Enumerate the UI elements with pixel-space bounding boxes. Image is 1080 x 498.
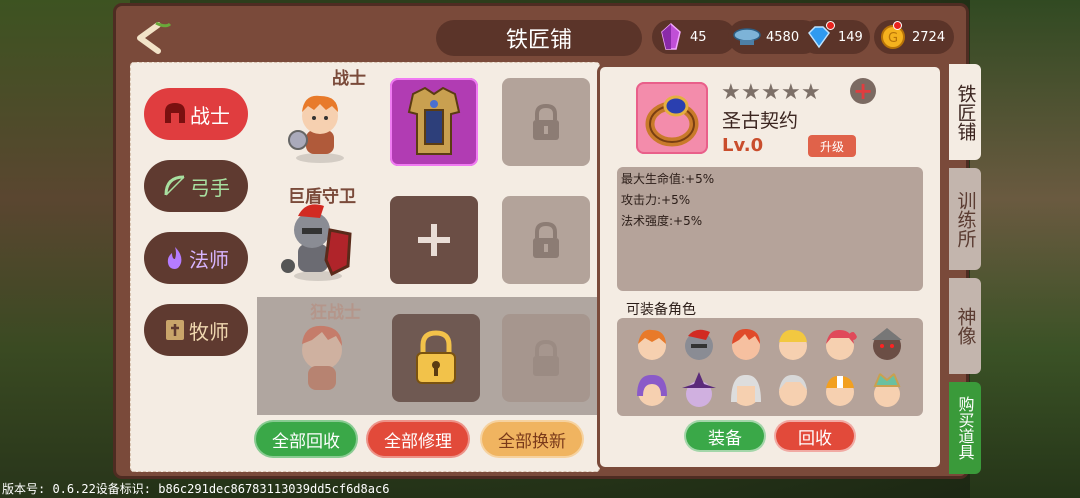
side-tab-blacksmith[interactable]: 铁匠铺 xyxy=(949,64,981,160)
star-icon: ★ xyxy=(761,80,781,105)
class-tab-priest[interactable]: 牧师 xyxy=(144,304,248,356)
lock-icon xyxy=(533,103,559,140)
equip-slot-locked-hero[interactable] xyxy=(392,314,480,402)
hero-portrait-icon xyxy=(637,374,667,406)
hero-avatar-warrior[interactable] xyxy=(280,86,360,166)
class-tab-mage[interactable]: 法师 xyxy=(144,232,248,284)
hero-portrait-icon xyxy=(682,372,716,407)
equip-slot-locked-2[interactable] xyxy=(502,196,590,284)
equippable-heroes-title: 可装备角色 xyxy=(626,302,696,318)
side-tab-statue-label: 神像 xyxy=(954,307,977,345)
add-star-button[interactable]: + xyxy=(850,77,876,105)
hero-portrait-icon xyxy=(779,374,807,406)
class-tab-warrior[interactable]: 战士 xyxy=(144,88,248,140)
equip-slot-armor[interactable] xyxy=(390,78,478,166)
holy-book-icon xyxy=(166,320,184,340)
back-button[interactable] xyxy=(132,21,172,54)
hero-portrait-icon xyxy=(826,375,854,406)
recycle-all-button[interactable]: 全部回收 xyxy=(254,420,358,458)
resource-crystal-value: 45 xyxy=(690,29,707,45)
class-tab-priest-label: 牧师 xyxy=(189,319,229,344)
flame-icon xyxy=(167,247,182,269)
equip-slot-locked[interactable] xyxy=(502,78,590,166)
ring-icon xyxy=(645,95,699,147)
warrior-character-icon xyxy=(288,95,344,163)
airship-icon xyxy=(732,22,762,52)
hero-portrait-icon xyxy=(731,374,761,406)
hero-avatar-shield-guard[interactable] xyxy=(276,200,356,281)
class-tab-archer-label: 弓手 xyxy=(190,175,230,200)
hero-portrait-icon xyxy=(872,328,902,360)
side-tab-shop[interactable]: 购买道具 xyxy=(949,382,981,474)
class-tab-archer[interactable]: 弓手 xyxy=(144,160,248,212)
lock-icon xyxy=(533,339,559,376)
resource-gold[interactable]: G 2724 xyxy=(874,20,954,54)
replace-all-button[interactable]: 全部换新 xyxy=(480,420,584,458)
equip-slot-empty[interactable] xyxy=(390,196,478,284)
repair-all-button[interactable]: 全部修理 xyxy=(366,420,470,458)
armor-icon xyxy=(407,86,461,155)
stat-line: 最大生命值:+5% xyxy=(621,172,715,186)
diamond-notification-dot xyxy=(826,21,835,30)
side-tab-training-label: 训练所 xyxy=(954,190,977,248)
equip-slot-locked-hero-2[interactable] xyxy=(502,314,590,402)
hero-portrait-icon xyxy=(826,329,857,360)
resource-diamond-value: 149 xyxy=(838,29,863,45)
hero-portrait-icon xyxy=(638,329,666,360)
resource-airship-value: 4580 xyxy=(766,29,800,45)
lock-icon xyxy=(533,221,559,258)
svg-text:G: G xyxy=(888,31,898,46)
resource-crystal[interactable]: 45 xyxy=(652,20,736,54)
side-tab-training[interactable]: 训练所 xyxy=(949,168,981,270)
shield-guard-character-icon xyxy=(281,204,352,281)
item-image xyxy=(636,82,708,154)
hero-portrait-icon xyxy=(873,372,901,407)
class-tab-warrior-label: 战士 xyxy=(190,103,230,128)
hero-portrait-icon xyxy=(685,329,713,360)
purple-crystal-icon xyxy=(656,22,686,52)
berserker-character-icon xyxy=(302,325,342,390)
upgrade-button[interactable]: 升级 xyxy=(808,135,856,157)
recycle-button[interactable]: 回收 xyxy=(774,420,856,452)
add-icon xyxy=(418,224,450,256)
star-icon: ★ xyxy=(741,80,761,105)
item-level: Lv.0 xyxy=(722,135,764,156)
side-tab-shop-label: 购买道具 xyxy=(955,396,975,460)
warrior-helmet-icon xyxy=(165,103,185,123)
side-tab-blacksmith-label: 铁匠铺 xyxy=(954,83,977,141)
side-tab-statue[interactable]: 神像 xyxy=(949,278,981,374)
star-icon: ★ xyxy=(781,80,801,105)
lock-icon xyxy=(416,330,456,384)
equip-button[interactable]: 装备 xyxy=(684,420,766,452)
item-stats: 最大生命值:+5% 攻击力:+5% 法术强度:+5% xyxy=(617,167,923,291)
stat-line: 攻击力:+5% xyxy=(621,193,691,207)
stat-line: 法术强度:+5% xyxy=(621,214,703,228)
class-tab-mage-label: 法师 xyxy=(189,247,229,272)
version-footer: 版本号: 0.6.22设备标识: b86c291dec86783113039dd… xyxy=(2,482,390,496)
star-icon: ★ xyxy=(801,80,821,105)
back-arrow-icon xyxy=(137,21,172,54)
item-name: 圣古契约 xyxy=(722,110,799,132)
gold-notification-dot xyxy=(893,21,902,30)
hero-portrait-icon xyxy=(779,329,807,360)
resource-gold-value: 2724 xyxy=(912,29,946,45)
bow-icon xyxy=(164,175,185,196)
page-title: 铁匠铺 xyxy=(436,20,642,56)
background-right xyxy=(970,0,1080,498)
resource-diamond[interactable]: 149 xyxy=(800,20,870,54)
hero-avatar-berserker xyxy=(282,318,362,398)
star-icon: ★ xyxy=(721,80,741,105)
hero-portrait-icon xyxy=(732,328,760,360)
background-left xyxy=(0,0,130,498)
